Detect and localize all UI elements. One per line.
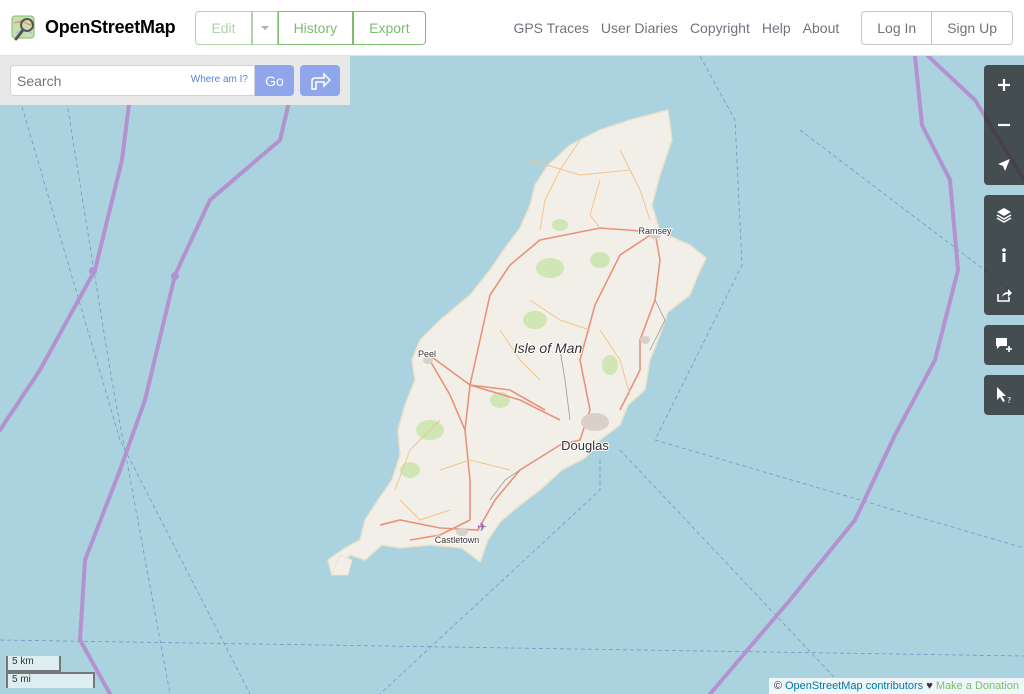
label-isle-of-man: Isle of Man (514, 340, 583, 356)
attribution: © OpenStreetMap contributors ♥ Make a Do… (768, 678, 1024, 694)
copyright-symbol: © (773, 680, 782, 692)
svg-text:?: ? (1007, 396, 1011, 404)
heart-icon: ♥ (926, 680, 933, 692)
layers-button[interactable] (984, 195, 1024, 235)
cursor-question-icon: ? (997, 387, 1011, 404)
map-canvas[interactable]: ✈ Ramsey Peel Isle of Man Douglas Castle… (0, 54, 1024, 694)
zoom-controls (984, 65, 1024, 185)
osm-contributors-link[interactable]: OpenStreetMap contributors (785, 680, 923, 692)
secondary-nav: GPS Traces User Diaries Copyright Help A… (507, 20, 845, 36)
label-castletown: Castletown (435, 535, 480, 545)
where-am-i-link[interactable]: Where am I? (191, 74, 248, 85)
header: OpenStreetMap Edit History Export GPS Tr… (0, 0, 1024, 56)
directions-button[interactable] (300, 65, 340, 96)
query-features-button[interactable]: ? (984, 375, 1024, 415)
scale-km: 5 km (6, 656, 61, 672)
zoom-out-button[interactable] (984, 105, 1024, 145)
signup-button[interactable]: Sign Up (932, 10, 1013, 45)
search-input[interactable] (11, 66, 186, 95)
nav-user-diaries[interactable]: User Diaries (595, 20, 684, 36)
auth-buttons: Log In Sign Up (861, 10, 1013, 45)
label-peel: Peel (418, 349, 436, 359)
scale-bar: 5 km 5 mi (6, 656, 95, 688)
add-note-button[interactable] (984, 325, 1024, 365)
search-panel: Where am I? Go (0, 56, 350, 105)
map-tools (984, 195, 1024, 315)
donate-link[interactable]: Make a Donation (936, 680, 1019, 692)
edit-button[interactable]: Edit (195, 10, 252, 45)
nav-gps-traces[interactable]: GPS Traces (507, 20, 594, 36)
minus-icon (998, 123, 1010, 127)
share-icon (997, 289, 1012, 302)
airport-icon: ✈ (477, 520, 487, 534)
zoom-in-button[interactable] (984, 65, 1024, 105)
login-button[interactable]: Log In (861, 10, 933, 45)
location-arrow-icon (998, 159, 1010, 171)
osm-logo-icon (11, 15, 35, 40)
layers-icon (996, 208, 1012, 223)
add-note-icon (996, 338, 1012, 352)
label-ramsey: Ramsey (638, 226, 672, 236)
go-button[interactable]: Go (255, 65, 294, 96)
export-button[interactable]: Export (353, 10, 426, 45)
info-icon (1002, 248, 1006, 262)
boundary-node (171, 272, 179, 280)
brand-title: OpenStreetMap (45, 17, 176, 37)
edit-dropdown-toggle[interactable] (251, 10, 278, 45)
history-button[interactable]: History (277, 10, 354, 45)
query-controls: ? (984, 375, 1024, 415)
chevron-down-icon (260, 25, 269, 30)
label-douglas: Douglas (561, 438, 609, 453)
map-svg: ✈ Ramsey Peel Isle of Man Douglas Castle… (0, 54, 1024, 694)
plus-icon (998, 79, 1010, 91)
edit-button-group: Edit History Export (195, 10, 426, 45)
locate-button[interactable] (984, 145, 1024, 185)
search-field: Where am I? (10, 65, 255, 96)
map-key-button[interactable] (984, 235, 1024, 275)
nav-help[interactable]: Help (756, 20, 797, 36)
nav-copyright[interactable]: Copyright (684, 20, 756, 36)
share-button[interactable] (984, 275, 1024, 315)
boundary-node (89, 267, 97, 275)
scale-mi: 5 mi (6, 672, 95, 688)
brand-link[interactable]: OpenStreetMap (10, 13, 176, 43)
note-controls (984, 325, 1024, 365)
nav-about[interactable]: About (797, 20, 846, 36)
directions-icon (311, 71, 331, 90)
